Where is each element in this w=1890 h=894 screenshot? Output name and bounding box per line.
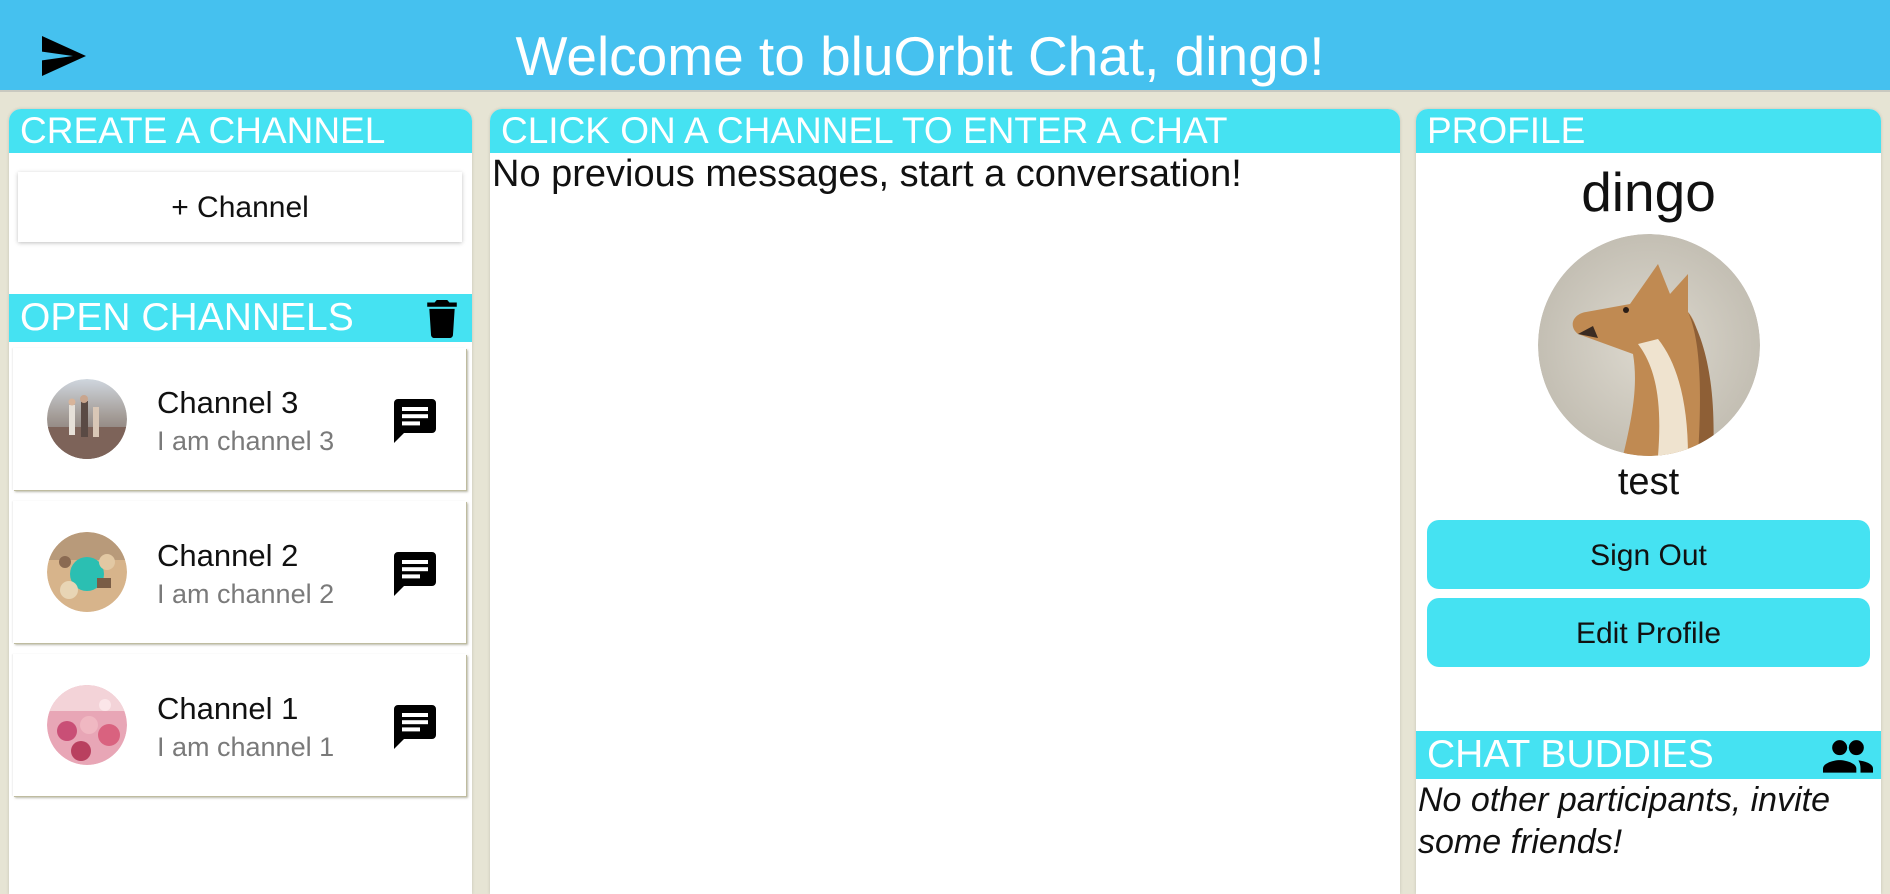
chat-icon[interactable]: [394, 552, 436, 596]
create-channel-header: CREATE A CHANNEL: [9, 109, 472, 153]
app-title: Welcome to bluOrbit Chat, dingo!: [515, 25, 1325, 87]
profile-status: test: [1617, 461, 1680, 503]
trash-icon[interactable]: [425, 300, 459, 338]
open-channels-label: OPEN CHANNELS: [20, 296, 354, 339]
sign-out-button[interactable]: Sign Out: [1427, 520, 1870, 589]
edit-profile-button[interactable]: Edit Profile: [1427, 598, 1870, 667]
channel-item[interactable]: Channel 1 I am channel 1: [13, 654, 466, 796]
chat-panel-header: CLICK ON A CHANNEL TO ENTER A CHAT: [490, 109, 1400, 153]
open-channels-header: OPEN CHANNELS: [9, 294, 472, 342]
profile-avatar[interactable]: [1538, 234, 1760, 456]
chat-panel: CLICK ON A CHANNEL TO ENTER A CHAT No pr…: [490, 109, 1400, 894]
chat-buddies-header: CHAT BUDDIES: [1416, 731, 1881, 779]
empty-chat-message: No previous messages, start a conversati…: [492, 153, 1242, 195]
channel-description: I am channel 3: [157, 426, 335, 456]
top-bar: Welcome to bluOrbit Chat, dingo!: [0, 0, 1890, 92]
channel-avatar: [47, 685, 127, 765]
chat-buddies-label: CHAT BUDDIES: [1427, 733, 1714, 776]
channels-panel: CREATE A CHANNEL + Channel OPEN CHANNELS: [9, 109, 472, 894]
people-icon: [1823, 740, 1873, 773]
add-channel-button[interactable]: + Channel: [18, 172, 462, 242]
channel-description: I am channel 2: [157, 579, 335, 609]
channel-item[interactable]: Channel 2 I am channel 2: [13, 501, 466, 643]
channel-avatar: [47, 532, 127, 612]
chat-icon[interactable]: [394, 399, 436, 443]
channel-name: Channel 1: [157, 691, 299, 726]
profile-header: PROFILE: [1416, 109, 1881, 153]
no-buddies-message: No other participants, invite some frien…: [1418, 781, 1830, 861]
channel-name: Channel 3: [157, 385, 299, 420]
channel-name: Channel 2: [157, 538, 299, 573]
channel-avatar: [47, 379, 127, 459]
profile-panel: PROFILE dingo test Sign Out Edit Profile…: [1416, 109, 1881, 894]
channel-item[interactable]: Channel 3 I am channel 3: [13, 348, 466, 490]
channel-description: I am channel 1: [157, 732, 335, 762]
chat-icon[interactable]: [394, 705, 436, 749]
profile-username: dingo: [1581, 161, 1716, 223]
